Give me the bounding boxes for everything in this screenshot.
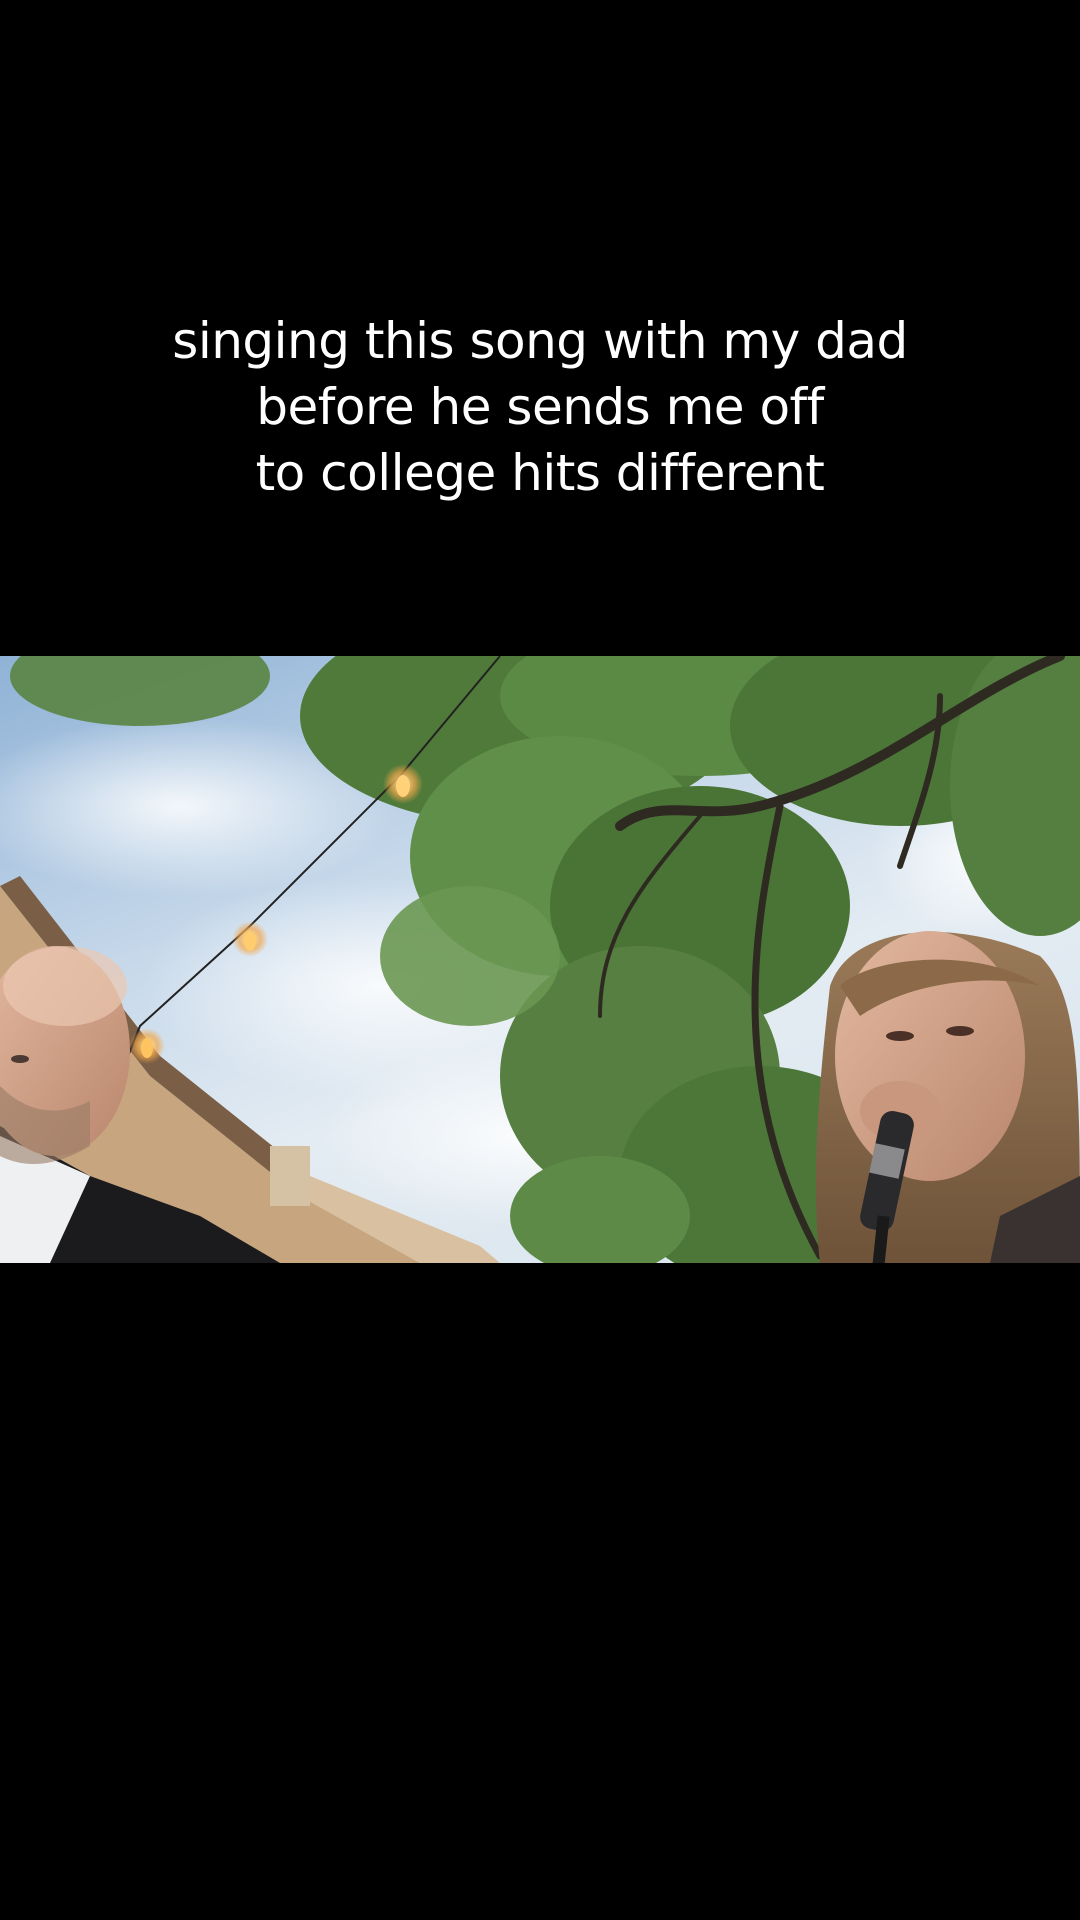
caption-line-2: before he sends me off: [256, 378, 824, 436]
caption-line-3: to college hits different: [255, 444, 825, 502]
video-frame[interactable]: [0, 656, 1080, 1263]
girl-subject: [815, 931, 1080, 1263]
caption-line-1: singing this song with my dad: [172, 312, 908, 370]
video-caption: singing this song with my dad before he …: [0, 308, 1080, 506]
video-scene: [0, 656, 1080, 1263]
